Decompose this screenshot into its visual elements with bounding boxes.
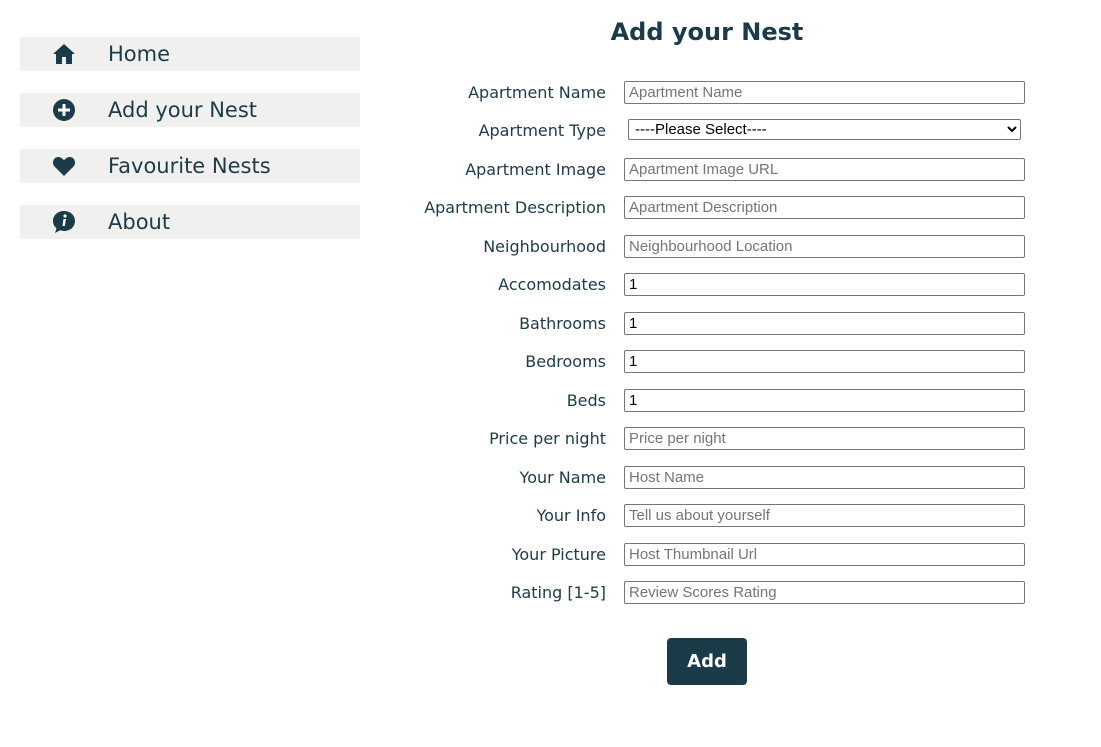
apartment-image-input[interactable] [624,158,1025,181]
beds-label: Beds [566,391,606,410]
heart-icon [52,154,76,178]
bathrooms-row: Bathrooms [400,312,1040,335]
apartment-name-row: Apartment Name [400,81,1040,104]
neighbourhood-label: Neighbourhood [483,237,606,256]
bedrooms-row: Bedrooms [400,350,1040,373]
beds-input[interactable] [624,389,1025,412]
apartment-image-row: Apartment Image [400,158,1040,181]
rating-label: Rating [1-5] [510,583,606,602]
price-label: Price per night [489,429,606,448]
your-name-row: Your Name [400,466,1040,489]
your-info-label: Your Info [536,506,606,525]
sidebar-item-favourites[interactable]: Favourite Nests [20,149,360,183]
apartment-name-label: Apartment Name [468,83,606,102]
apartment-name-input[interactable] [624,81,1025,104]
sidebar-item-about[interactable]: About [20,205,360,239]
price-row: Price per night [400,427,1040,450]
apartment-description-label: Apartment Description [424,198,606,217]
apartment-image-label: Apartment Image [465,160,606,179]
sidebar-item-label: Home [108,42,171,66]
add-button[interactable]: Add [667,638,747,685]
host-picture-input[interactable] [624,543,1025,566]
bedrooms-input[interactable] [624,350,1025,373]
bathrooms-input[interactable] [624,312,1025,335]
rating-input[interactable] [624,581,1025,604]
your-info-row: Your Info [400,504,1040,527]
sidebar-nav: Home Add your Nest Favourite Nests About [20,37,360,261]
plus-circle-icon [52,98,76,122]
accomodates-label: Accomodates [498,275,606,294]
page-title: Add your Nest [610,18,804,46]
your-name-label: Your Name [519,468,606,487]
your-picture-row: Your Picture [400,543,1040,566]
host-info-input[interactable] [624,504,1025,527]
host-name-input[interactable] [624,466,1025,489]
apartment-description-row: Apartment Description [400,196,1040,219]
apartment-type-label: Apartment Type [478,121,606,140]
sidebar-item-add-nest[interactable]: Add your Nest [20,93,360,127]
home-icon [52,42,76,66]
rating-row: Rating [1-5] [400,581,1040,604]
neighbourhood-row: Neighbourhood [400,235,1040,258]
bathrooms-label: Bathrooms [519,314,606,333]
apartment-type-row: Apartment Type ----Please Select---- [400,119,1040,142]
sidebar-item-home[interactable]: Home [20,37,360,71]
info-speech-bubble-icon [52,210,76,234]
apartment-description-input[interactable] [624,196,1025,219]
sidebar-item-label: About [108,210,171,234]
your-picture-label: Your Picture [511,545,606,564]
accomodates-input[interactable] [624,273,1025,296]
apartment-type-select[interactable]: ----Please Select---- [628,119,1021,140]
beds-row: Beds [400,389,1040,412]
bedrooms-label: Bedrooms [525,352,606,371]
sidebar-item-label: Add your Nest [108,98,258,122]
accomodates-row: Accomodates [400,273,1040,296]
sidebar-item-label: Favourite Nests [108,154,271,178]
price-input[interactable] [624,427,1025,450]
neighbourhood-input[interactable] [624,235,1025,258]
